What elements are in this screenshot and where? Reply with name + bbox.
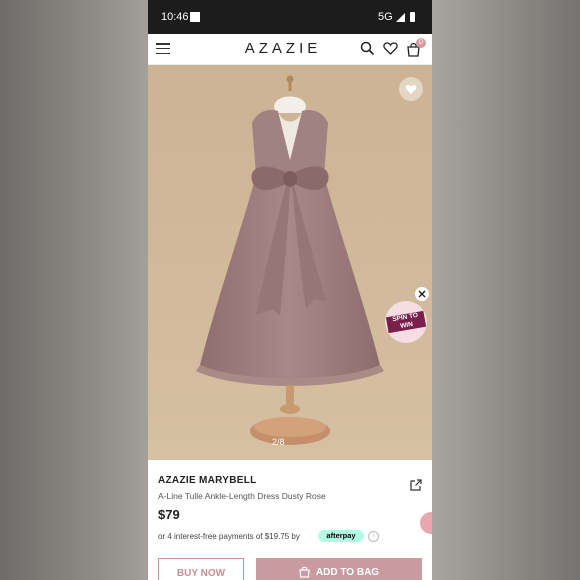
- signal-icon: [396, 13, 405, 22]
- spin-to-win-badge[interactable]: SPIN TO WIN: [385, 301, 427, 343]
- close-icon: [418, 290, 426, 298]
- menu-icon[interactable]: [156, 43, 170, 55]
- buy-now-button[interactable]: BUY NOW: [158, 558, 244, 580]
- spin-to-win-label: SPIN TO WIN: [385, 310, 427, 334]
- wishlist-button[interactable]: [399, 77, 423, 101]
- add-to-bag-button[interactable]: ADD TO BAG: [256, 558, 422, 580]
- status-bar: 10:46 5G: [148, 0, 432, 34]
- status-time: 10:46: [161, 11, 189, 23]
- notification-icon: [190, 12, 200, 22]
- background-blur-left: [0, 0, 148, 580]
- afterpay-badge[interactable]: afterpay: [318, 530, 364, 542]
- network-label: 5G: [378, 11, 393, 23]
- chat-icon[interactable]: [420, 512, 432, 534]
- image-counter: 2/8: [272, 437, 285, 447]
- product-price: $79: [158, 507, 180, 522]
- phone-screen: 10:46 5G AZAZIE 0 2/8 SPIN TO WIN AZAZIE…: [148, 0, 432, 580]
- product-info: AZAZIE MARYBELL A-Line Tulle Ankle-Lengt…: [148, 460, 432, 580]
- add-to-bag-label: ADD TO BAG: [315, 567, 380, 578]
- info-icon[interactable]: i: [368, 531, 379, 542]
- product-brand: AZAZIE MARYBELL: [158, 475, 257, 486]
- installment-text: or 4 interest-free payments of $19.75 by: [158, 532, 300, 541]
- product-name: A-Line Tulle Ankle-Length Dress Dusty Ro…: [158, 491, 326, 501]
- battery-icon: [410, 12, 415, 22]
- shopping-bag-icon: [299, 567, 310, 578]
- bag-count-badge: 0: [416, 38, 426, 48]
- bag-button[interactable]: 0: [406, 38, 426, 57]
- product-image[interactable]: 2/8 SPIN TO WIN: [148, 65, 432, 460]
- search-icon[interactable]: [360, 41, 375, 56]
- close-promo-button[interactable]: [415, 287, 429, 301]
- background-blur-right: [432, 0, 580, 580]
- brand-logo[interactable]: AZAZIE: [208, 40, 358, 57]
- share-icon[interactable]: [410, 479, 422, 491]
- heart-icon: [405, 85, 417, 94]
- dress-photo: [148, 65, 432, 460]
- app-header: AZAZIE 0: [148, 34, 432, 65]
- wishlist-icon[interactable]: [383, 41, 398, 56]
